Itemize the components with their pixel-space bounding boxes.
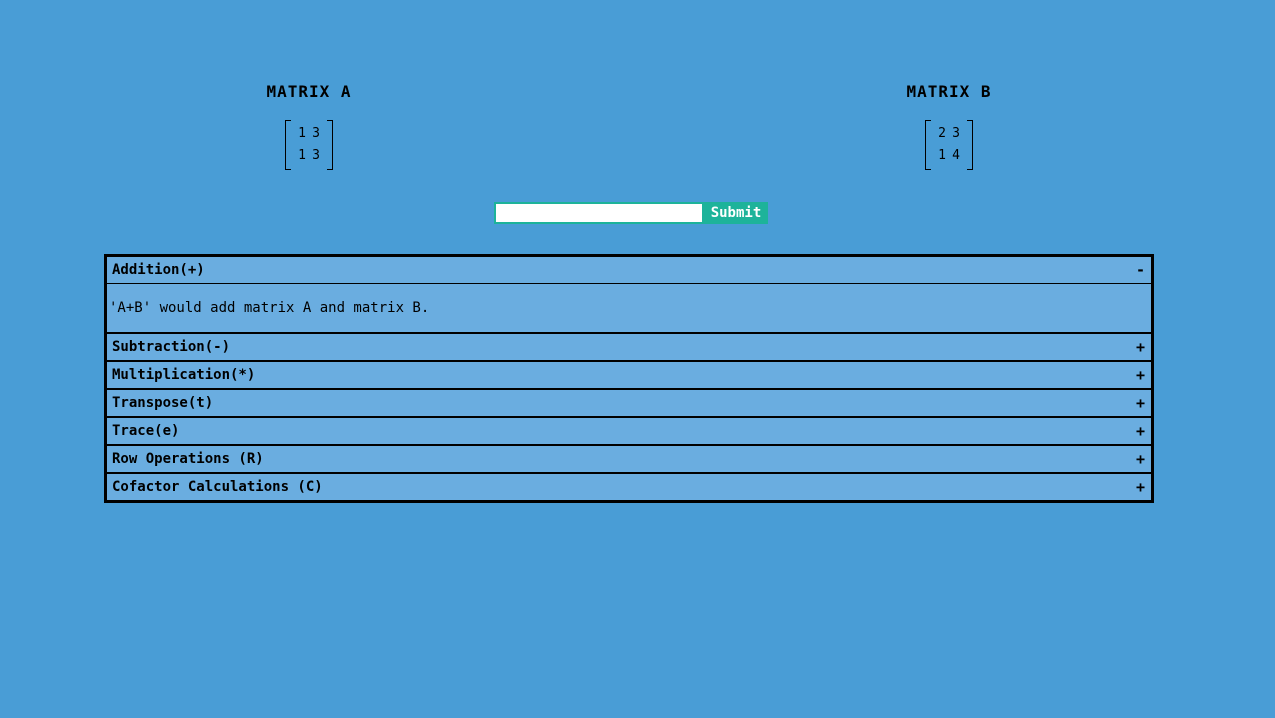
expand-icon[interactable]: +: [1136, 418, 1145, 444]
accordion-header-cofactor[interactable]: Cofactor Calculations (C) +: [107, 474, 1151, 500]
submit-button[interactable]: Submit: [704, 202, 768, 224]
expand-icon[interactable]: +: [1136, 334, 1145, 360]
accordion-header-transpose[interactable]: Transpose(t) +: [107, 390, 1151, 416]
accordion-label: Cofactor Calculations (C): [112, 479, 323, 495]
accordion-header-subtraction[interactable]: Subtraction(-) +: [107, 334, 1151, 360]
matrix-a-row: 13: [295, 123, 323, 145]
matrix-cell: 3: [952, 126, 960, 141]
matrix-b-title: MATRIX B: [906, 82, 992, 101]
expand-icon[interactable]: +: [1136, 390, 1145, 416]
accordion-item-transpose: Transpose(t) +: [107, 388, 1151, 416]
command-form: Submit: [494, 202, 768, 224]
accordion-label: Multiplication(*): [112, 367, 256, 383]
matrix-cell: 4: [952, 148, 960, 163]
accordion-label: Trace(e): [112, 423, 180, 439]
matrix-a-grid: 13 13: [285, 120, 333, 170]
expand-icon[interactable]: +: [1136, 474, 1145, 500]
accordion-label: Subtraction(-): [112, 339, 231, 355]
matrix-a-panel: MATRIX A 13 13: [209, 82, 409, 170]
accordion-item-addition: Addition(+) - 'A+B' would add matrix A a…: [107, 257, 1151, 332]
operations-accordion: Addition(+) - 'A+B' would add matrix A a…: [104, 254, 1154, 503]
matrix-cell: 3: [312, 126, 320, 141]
accordion-item-multiplication: Multiplication(*) +: [107, 360, 1151, 388]
matrix-a-row: 13: [295, 145, 323, 167]
accordion-header-addition[interactable]: Addition(+) -: [107, 257, 1151, 283]
expand-icon[interactable]: +: [1136, 446, 1145, 472]
accordion-item-cofactor: Cofactor Calculations (C) +: [107, 472, 1151, 500]
matrix-b-grid: 23 14: [925, 120, 973, 170]
matrix-cell: 1: [298, 126, 306, 141]
accordion-item-trace: Trace(e) +: [107, 416, 1151, 444]
matrix-cell: 2: [938, 126, 946, 141]
accordion-header-multiplication[interactable]: Multiplication(*) +: [107, 362, 1151, 388]
matrix-b-row: 14: [935, 145, 963, 167]
accordion-body-addition: 'A+B' would add matrix A and matrix B.: [107, 283, 1151, 332]
command-input[interactable]: [494, 202, 704, 224]
matrix-b-panel: MATRIX B 23 14: [849, 82, 1049, 170]
accordion-item-row-operations: Row Operations (R) +: [107, 444, 1151, 472]
matrix-b-row: 23: [935, 123, 963, 145]
matrix-cell: 3: [312, 148, 320, 163]
accordion-header-row-operations[interactable]: Row Operations (R) +: [107, 446, 1151, 472]
expand-icon[interactable]: +: [1136, 362, 1145, 388]
accordion-header-trace[interactable]: Trace(e) +: [107, 418, 1151, 444]
collapse-icon[interactable]: -: [1136, 257, 1145, 283]
matrix-cell: 1: [938, 148, 946, 163]
accordion-label: Transpose(t): [112, 395, 214, 411]
matrix-a-title: MATRIX A: [266, 82, 352, 101]
accordion-label: Row Operations (R): [112, 451, 264, 467]
matrix-cell: 1: [298, 148, 306, 163]
accordion-label: Addition(+): [112, 262, 205, 278]
accordion-item-subtraction: Subtraction(-) +: [107, 332, 1151, 360]
